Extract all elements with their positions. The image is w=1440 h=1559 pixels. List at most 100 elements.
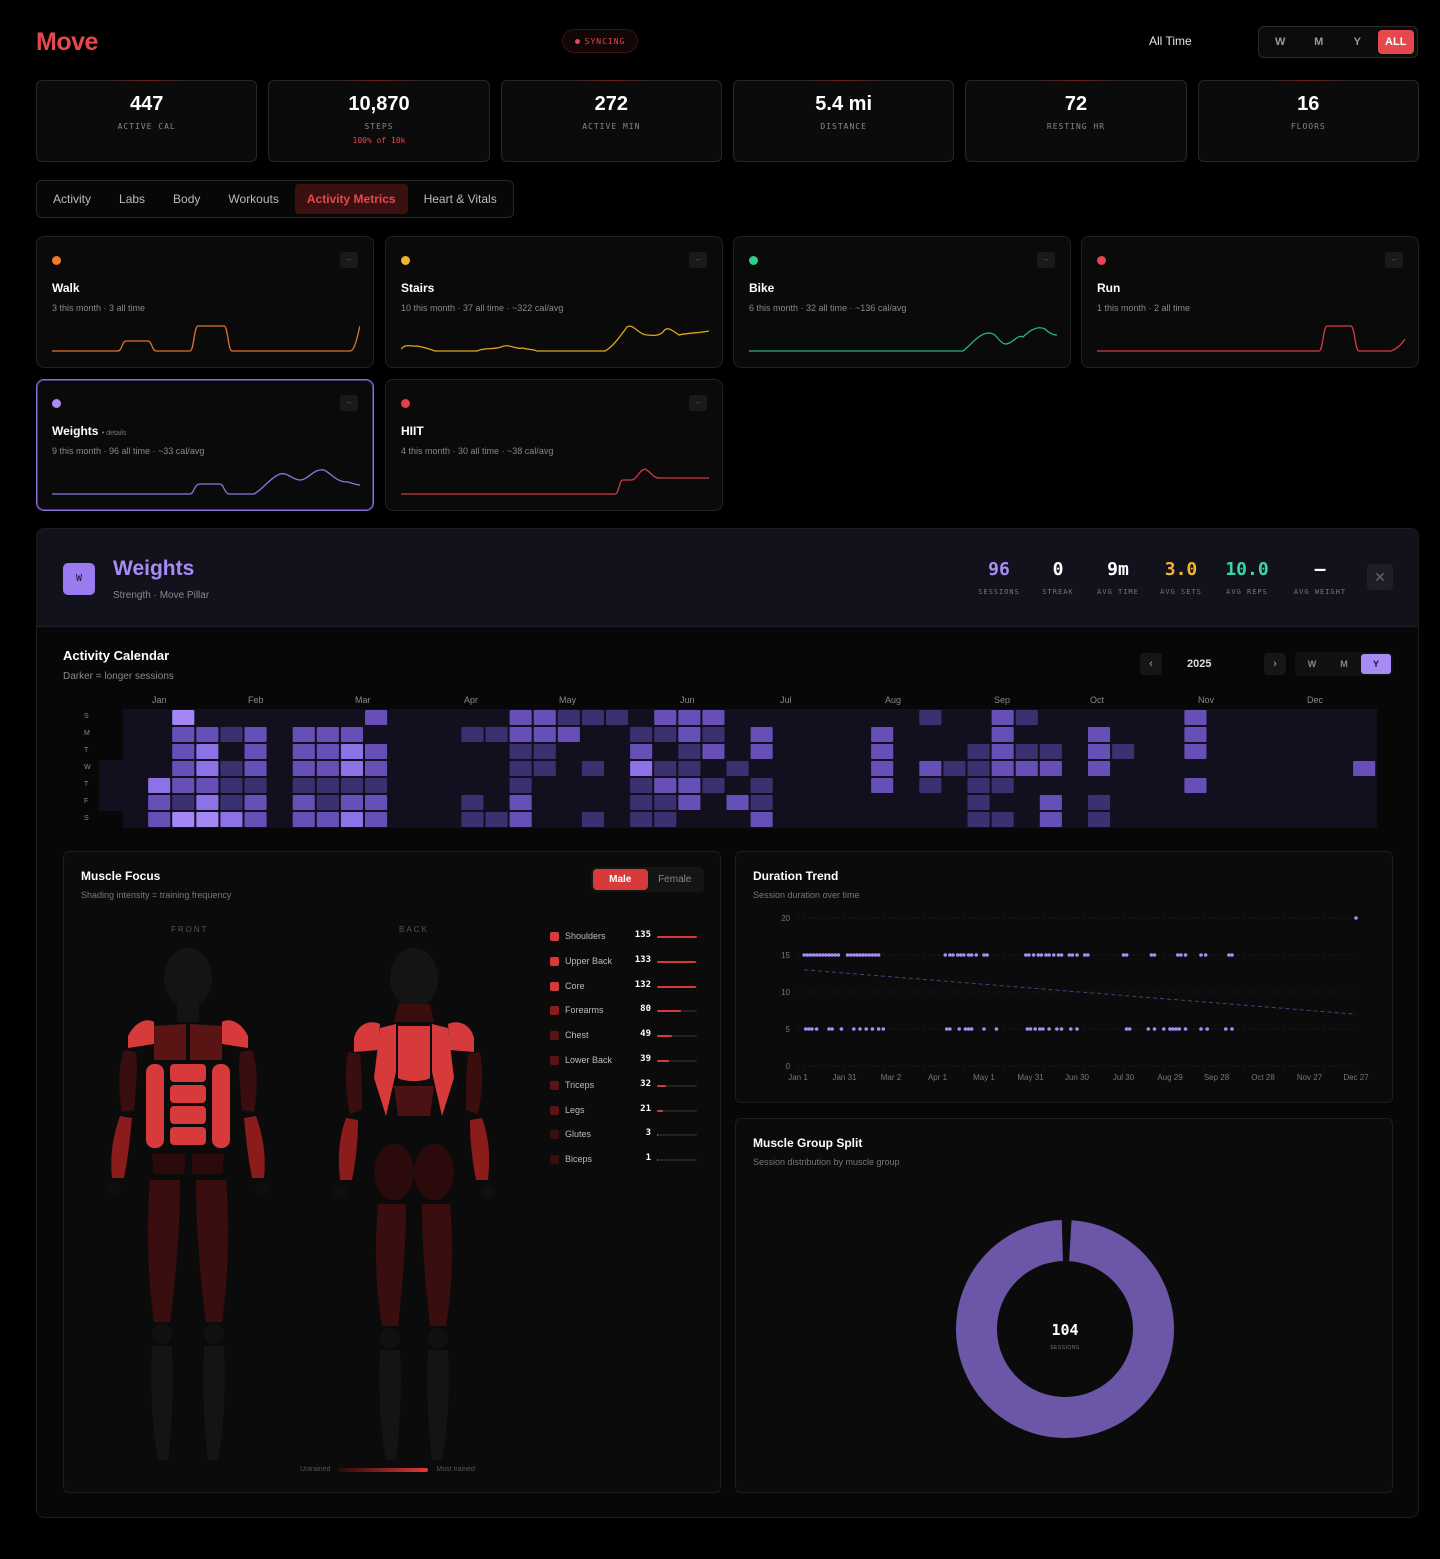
calendar-view-m[interactable]: M bbox=[1329, 654, 1359, 674]
data-point bbox=[1162, 1027, 1166, 1031]
activity-card-run[interactable]: – Run 1 this month · 2 all time bbox=[1081, 236, 1419, 368]
activity-card-title: Weights bbox=[52, 424, 99, 438]
tab-heart-vitals[interactable]: Heart & Vitals bbox=[412, 184, 509, 214]
stat-label: RESTING HR bbox=[1046, 122, 1106, 131]
muscle-bar-track bbox=[657, 1060, 697, 1062]
tab-labs[interactable]: Labs bbox=[107, 184, 157, 214]
x-tick-label: Aug 29 bbox=[1157, 1073, 1183, 1082]
tab-activity[interactable]: Activity bbox=[41, 184, 103, 214]
collapse-icon[interactable]: – bbox=[1385, 252, 1403, 268]
muscle-swatch bbox=[550, 1031, 559, 1041]
kpi-avg-weight: – AVG WEIGHT bbox=[1290, 559, 1350, 596]
activity-card-hiit[interactable]: – HIIT 4 this month · 30 all time · ~38 … bbox=[385, 379, 723, 511]
sex-option-female[interactable]: Female bbox=[648, 869, 703, 890]
data-point bbox=[839, 1027, 844, 1031]
data-point bbox=[963, 1027, 968, 1031]
collapse-icon[interactable]: – bbox=[1037, 252, 1055, 268]
x-tick-label: Jan 31 bbox=[832, 1073, 857, 1082]
data-point bbox=[1028, 1027, 1033, 1031]
calendar-day-cell bbox=[678, 761, 701, 776]
summary-stats: 447 ACTIVE CAL 10,870 STEPS 100% of 10k 272… bbox=[36, 80, 1419, 162]
calendar-day-cell bbox=[871, 744, 894, 759]
activity-card-weights[interactable]: – Weights • details 9 this month · 96 al… bbox=[36, 379, 374, 511]
data-point bbox=[827, 953, 831, 957]
data-point bbox=[948, 1027, 952, 1031]
sex-option-male[interactable]: Male bbox=[593, 869, 648, 890]
activity-card-name: Run bbox=[1097, 281, 1121, 295]
calendar-view-w[interactable]: W bbox=[1297, 654, 1327, 674]
data-point bbox=[1051, 953, 1056, 957]
period-toggle: W M Y ALL bbox=[1258, 26, 1418, 58]
kpi-value: 96 bbox=[988, 559, 1010, 580]
calendar-day-cell bbox=[509, 727, 532, 742]
calendar-day-cell bbox=[1184, 778, 1207, 793]
period-option-w[interactable]: W bbox=[1262, 30, 1299, 54]
data-point bbox=[1041, 1027, 1045, 1031]
data-point bbox=[951, 953, 955, 957]
data-point bbox=[864, 1027, 868, 1031]
calendar-day-cell bbox=[991, 710, 1014, 725]
stat-value: 10,870 bbox=[348, 93, 410, 115]
kpi-label: AVG WEIGHT bbox=[1293, 588, 1347, 596]
calendar-day-cell bbox=[750, 727, 773, 742]
muscle-bar-fill bbox=[657, 936, 697, 938]
collapse-icon[interactable]: – bbox=[689, 395, 707, 411]
collapse-icon[interactable]: – bbox=[340, 252, 358, 268]
period-option-m[interactable]: M bbox=[1301, 30, 1338, 54]
calendar-day-cell bbox=[750, 744, 773, 759]
muscle-bar-fill bbox=[657, 985, 697, 988]
muscle-bar-track bbox=[657, 1109, 697, 1112]
tab-workouts[interactable]: Workouts bbox=[216, 184, 290, 214]
data-point bbox=[966, 1027, 971, 1031]
calendar-day-cell bbox=[606, 710, 629, 725]
calendar-day-cell bbox=[919, 710, 942, 725]
data-point bbox=[957, 1027, 961, 1031]
stat-label: FLOORS bbox=[1290, 122, 1326, 131]
calendar-day-cell bbox=[1039, 795, 1062, 810]
calendar-day-cell bbox=[196, 744, 219, 759]
period-option-y[interactable]: Y bbox=[1339, 30, 1376, 54]
next-year-chevron-right-icon[interactable]: › bbox=[1264, 653, 1286, 675]
collapse-icon[interactable]: – bbox=[689, 252, 707, 268]
close-icon[interactable]: ✕ bbox=[1367, 564, 1393, 590]
data-point bbox=[873, 953, 878, 957]
muscle-bar-fill bbox=[657, 1035, 672, 1038]
muscle-row-triceps: Triceps 32 bbox=[550, 1079, 710, 1093]
activity-card-bike[interactable]: – Bike 6 this month · 32 all time · ~136… bbox=[733, 236, 1071, 368]
data-point bbox=[1067, 953, 1072, 957]
activity-card-sub: 6 this month · 32 all time · ~136 cal/av… bbox=[749, 303, 907, 313]
stairs-sparkline bbox=[401, 325, 709, 352]
calendar-day-cell bbox=[316, 795, 339, 810]
calendar-day-cell bbox=[1015, 744, 1038, 759]
data-point bbox=[808, 953, 813, 957]
calendar-day-cell bbox=[365, 761, 388, 776]
calendar-day-cell bbox=[509, 761, 532, 776]
period-option-all[interactable]: ALL bbox=[1377, 30, 1414, 54]
calendar-subtitle: Darker = longer sessions bbox=[63, 671, 174, 682]
calendar-day-cell bbox=[630, 778, 653, 793]
calendar-view-y[interactable]: Y bbox=[1361, 654, 1391, 674]
calendar-day-cell bbox=[1088, 727, 1111, 742]
stat-label: STEPS bbox=[364, 122, 394, 131]
tab-body[interactable]: Body bbox=[161, 184, 212, 214]
data-point bbox=[1227, 953, 1231, 957]
muscle-split-donut-chart: 104 SESSIONS bbox=[956, 1220, 1174, 1438]
calendar-day-cell bbox=[943, 761, 966, 776]
kpi-label: AVG REPS bbox=[1226, 588, 1268, 596]
kpi-avg-time: 9m AVG TIME bbox=[1088, 559, 1148, 596]
activity-card-name: Weights • details bbox=[52, 424, 126, 438]
calendar-day-cell bbox=[1088, 795, 1111, 810]
calendar-day-cell bbox=[726, 795, 749, 810]
activity-card-walk[interactable]: – Walk 3 this month · 3 all time bbox=[36, 236, 374, 368]
calendar-day-cell bbox=[509, 710, 532, 725]
data-point bbox=[855, 953, 859, 957]
muscle-count: 135 bbox=[634, 930, 651, 940]
muscle-swatch bbox=[550, 932, 559, 941]
data-point bbox=[870, 1027, 875, 1031]
collapse-icon[interactable]: – bbox=[340, 395, 358, 411]
x-tick-label: May 1 bbox=[973, 1073, 995, 1082]
activity-card-stairs[interactable]: – Stairs 10 this month · 37 all time · ~… bbox=[385, 236, 723, 368]
tab-activity-metrics[interactable]: Activity Metrics bbox=[294, 184, 408, 214]
prev-year-chevron-left-icon[interactable]: ‹ bbox=[1140, 653, 1162, 675]
data-point bbox=[858, 1027, 862, 1031]
